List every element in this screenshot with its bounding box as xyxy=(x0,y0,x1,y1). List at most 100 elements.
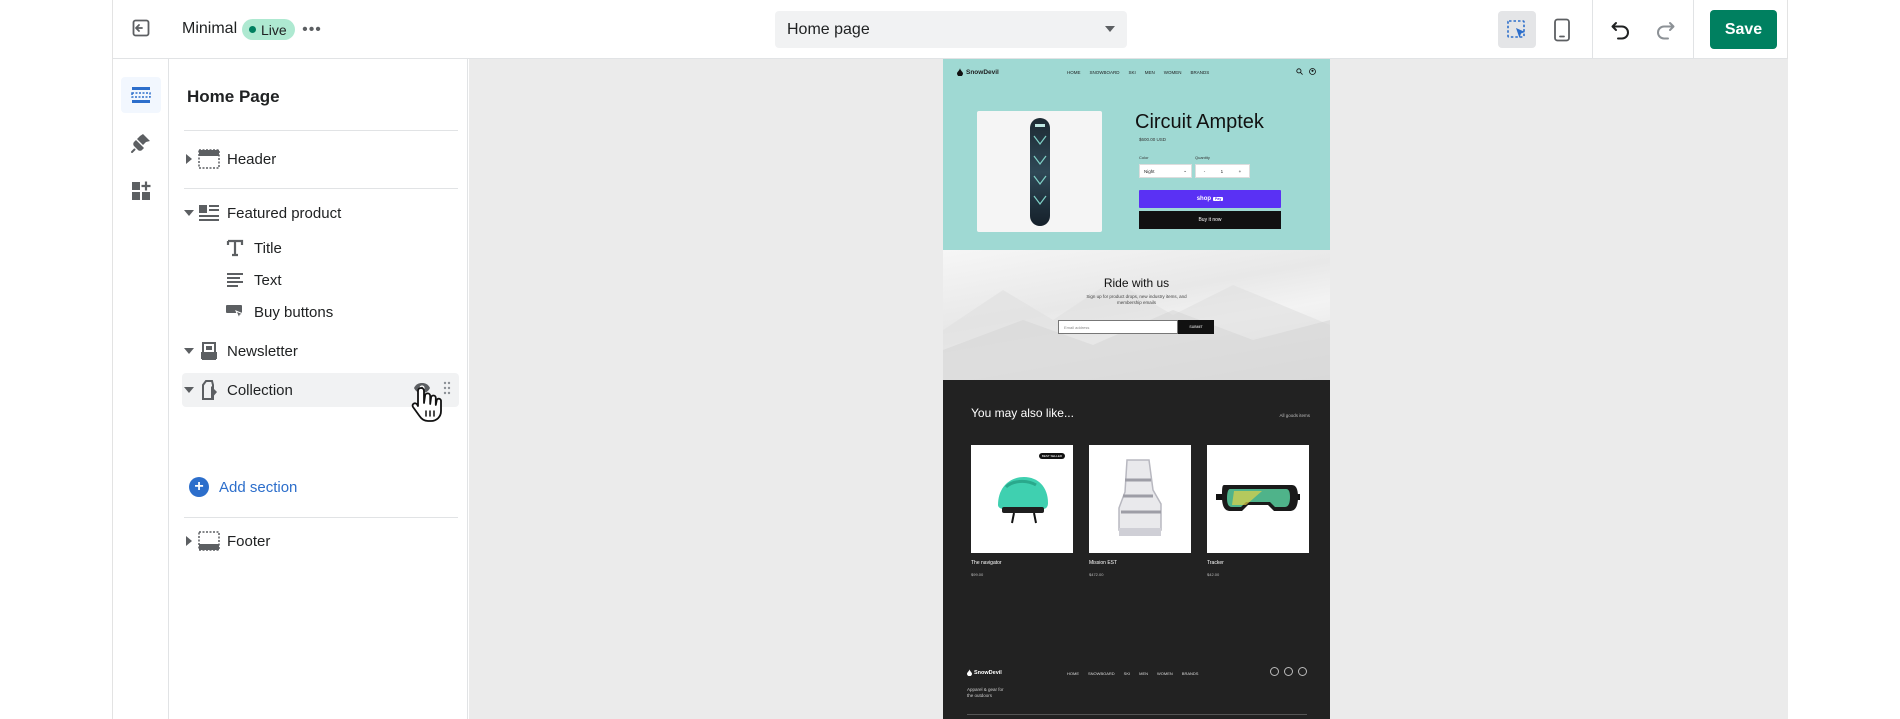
mountain-background xyxy=(943,280,1330,380)
product-badge: BEST SELLER xyxy=(1038,453,1065,459)
section-featured-product[interactable]: Featured product xyxy=(182,196,459,230)
divider xyxy=(1592,0,1593,59)
quantity-stepper[interactable]: - 1 + xyxy=(1195,164,1250,178)
newsletter-subtitle-line: membership emails xyxy=(1116,300,1156,305)
status-badge: Live xyxy=(242,19,295,40)
color-label: Color xyxy=(1139,155,1149,160)
divider xyxy=(967,714,1307,715)
email-field[interactable]: Email address xyxy=(1058,320,1178,334)
youtube-icon[interactable] xyxy=(1298,667,1307,676)
account-icon[interactable] xyxy=(1309,68,1316,75)
shop-pay-button[interactable]: shop Pay xyxy=(1139,190,1281,208)
section-newsletter[interactable]: Newsletter xyxy=(182,334,459,368)
section-label: Newsletter xyxy=(227,342,298,360)
inspector-toggle-button[interactable] xyxy=(1498,11,1536,48)
chevron-right-icon xyxy=(182,536,196,546)
chevron-down-icon xyxy=(182,387,196,393)
nav-link[interactable]: MEN xyxy=(1145,70,1155,75)
nav-link[interactable]: BRANDS xyxy=(1191,70,1210,75)
nav-link[interactable]: HOME xyxy=(1067,70,1081,75)
divider xyxy=(1693,0,1694,59)
view-all-link[interactable]: All goods items xyxy=(1279,413,1310,418)
header-section-icon xyxy=(196,148,222,170)
drop-logo-icon xyxy=(957,68,963,76)
product-card[interactable] xyxy=(1089,445,1191,553)
chevron-right-icon xyxy=(182,154,196,164)
color-select[interactable]: Night ⌄ xyxy=(1139,164,1192,178)
divider xyxy=(184,517,458,518)
footer-link[interactable]: MEN xyxy=(1139,671,1148,676)
apps-tab[interactable] xyxy=(121,173,161,209)
live-dot-icon xyxy=(249,26,256,33)
collection-title: You may also like... xyxy=(971,406,1074,420)
search-icon[interactable] xyxy=(1296,68,1303,75)
twitter-icon[interactable] xyxy=(1284,667,1293,676)
instagram-icon[interactable] xyxy=(1270,667,1279,676)
undo-button[interactable] xyxy=(1602,11,1640,48)
footer-link[interactable]: HOME xyxy=(1067,671,1079,676)
collection-preview[interactable]: You may also like... All goods items BES… xyxy=(943,380,1330,719)
block-buy-buttons[interactable]: Buy buttons xyxy=(224,297,333,327)
product-card-name: The navigator xyxy=(971,560,1002,566)
block-text[interactable]: Text xyxy=(224,265,282,295)
theme-name: Minimal xyxy=(182,20,238,37)
collection-tag-icon xyxy=(196,379,222,401)
newsletter-subtitle: Sign up for product drops, new industry … xyxy=(943,294,1330,306)
footer-link[interactable]: BRANDS xyxy=(1182,671,1199,676)
store-name: SnowDevil xyxy=(966,68,999,76)
section-header[interactable]: Header xyxy=(182,142,459,176)
section-footer[interactable]: Footer xyxy=(182,524,459,558)
store-preview[interactable]: SnowDevil HOME SNOWBOARD SKI MEN WOMEN B… xyxy=(943,59,1330,719)
exit-icon xyxy=(132,19,150,37)
nav-link[interactable]: SNOWBOARD xyxy=(1090,70,1120,75)
block-label: Text xyxy=(254,271,282,289)
product-title: Circuit Amptek xyxy=(1135,111,1264,133)
shop-pay-badge: Pay xyxy=(1213,197,1224,201)
nav-link[interactable]: WOMEN xyxy=(1164,70,1182,75)
page-selector[interactable]: Home page xyxy=(775,11,1127,48)
submit-button[interactable]: SUBMIT xyxy=(1178,320,1214,334)
redo-button[interactable] xyxy=(1646,11,1684,48)
add-section-button[interactable]: + Add section xyxy=(189,477,297,497)
featured-product-icon xyxy=(196,202,222,224)
color-select-value: Night xyxy=(1144,168,1155,174)
undo-icon xyxy=(1611,21,1629,39)
product-image xyxy=(977,111,1102,232)
theme-editor: Minimal Live ••• Home page Save Home Pag… xyxy=(112,0,1788,719)
shop-pay-label: shop xyxy=(1196,196,1212,202)
exit-button[interactable] xyxy=(127,14,155,42)
save-button[interactable]: Save xyxy=(1710,10,1777,49)
footer-link[interactable]: SKI xyxy=(1124,671,1130,676)
status-badge-label: Live xyxy=(261,21,287,38)
drop-logo-icon xyxy=(967,669,972,676)
chevron-down-icon xyxy=(182,348,196,354)
quantity-increment[interactable]: + xyxy=(1239,169,1242,174)
nav-link[interactable]: SKI xyxy=(1129,70,1136,75)
product-card-price: $472.00 xyxy=(1089,572,1104,577)
sections-tab[interactable] xyxy=(121,77,161,113)
footer-link[interactable]: WOMEN xyxy=(1157,671,1173,676)
product-card[interactable] xyxy=(1207,445,1309,553)
newsletter-preview[interactable]: Ride with us Sign up for product drops, … xyxy=(943,250,1330,380)
block-title[interactable]: Title xyxy=(224,233,282,263)
icon-rail xyxy=(113,59,169,719)
mobile-icon xyxy=(1554,18,1570,41)
product-card[interactable]: BEST SELLER xyxy=(971,445,1073,553)
footer-link[interactable]: SNOWBOARD xyxy=(1088,671,1115,676)
product-card-name: Tracker xyxy=(1207,560,1224,566)
featured-product-preview[interactable]: SnowDevil HOME SNOWBOARD SKI MEN WOMEN B… xyxy=(943,59,1330,250)
quantity-decrement[interactable]: - xyxy=(1204,169,1206,174)
snowboard-image xyxy=(1029,117,1050,226)
section-label: Header xyxy=(227,150,277,168)
mobile-preview-button[interactable] xyxy=(1543,11,1581,48)
product-card-price: $99.00 xyxy=(971,572,984,577)
more-actions-button[interactable]: ••• xyxy=(299,18,325,42)
store-logo: SnowDevil xyxy=(957,68,999,76)
chevron-down-icon xyxy=(1105,26,1115,32)
buy-now-button[interactable]: Buy it now xyxy=(1139,211,1281,229)
panel-title: Home Page xyxy=(187,87,280,106)
theme-settings-tab[interactable] xyxy=(121,125,161,161)
top-bar: Minimal Live ••• Home page Save xyxy=(113,0,1787,59)
store-nav-icons xyxy=(1296,68,1316,75)
social-links xyxy=(1270,667,1307,676)
